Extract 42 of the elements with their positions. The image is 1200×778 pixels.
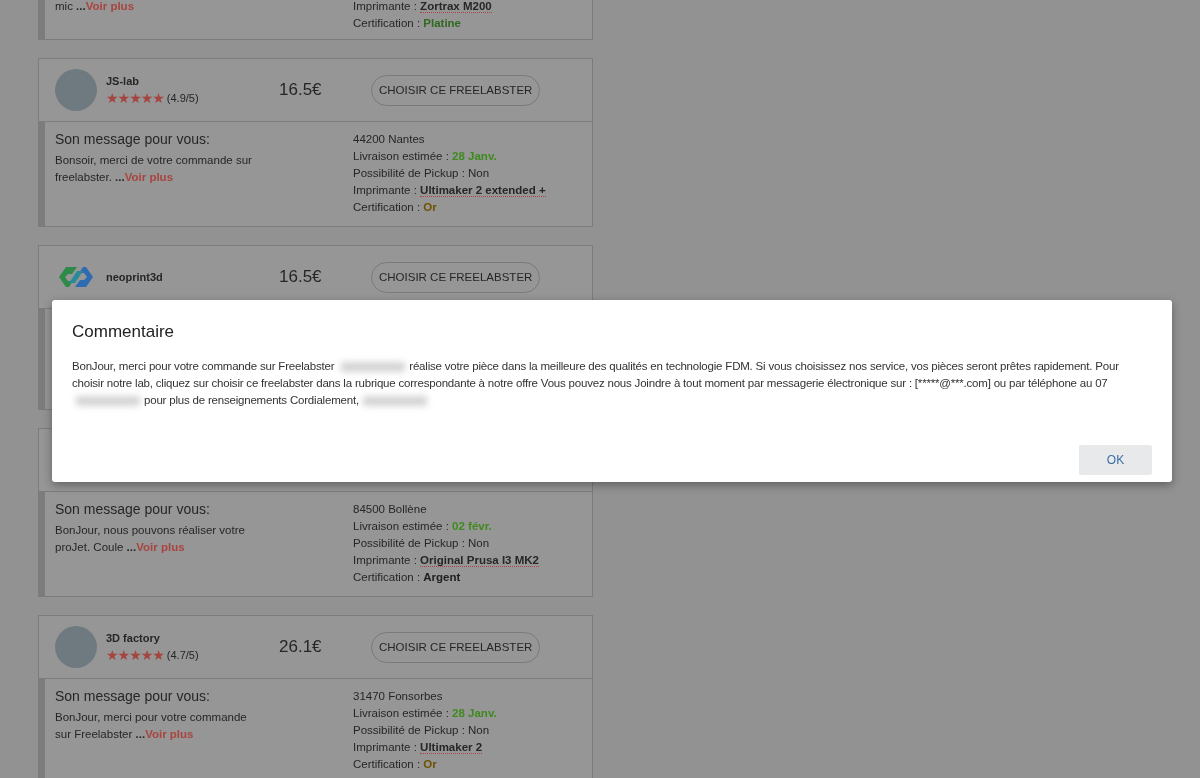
detail-text: Possibilité de Pickup : Non (353, 166, 491, 181)
price: 26.1€ (279, 637, 323, 657)
message-heading: Son message pour vous: (55, 688, 211, 704)
dialog-title: Commentaire (72, 322, 176, 342)
freelabster-name: neoprint3d (106, 271, 163, 283)
delivery-estimate: Livraison estimée : 02 févr. (353, 519, 493, 534)
avatar-photo-placeholder (55, 69, 97, 111)
ok-button[interactable]: OK (1079, 445, 1152, 475)
printer-info: Imprimante : Zortrax M200 (353, 0, 492, 15)
choose-freelabster-button[interactable]: CHOISIR CE FREELABSTER (371, 74, 541, 106)
certification-info: Certification : Argent (353, 570, 462, 585)
certification-info: Certification : Platine (353, 16, 463, 31)
avatar-photo-placeholder (55, 626, 97, 668)
detail-text: 31470 Fonsorbes (353, 689, 444, 704)
printer-info: Imprimante : Ultimaker 2 (353, 740, 484, 756)
certification-info: Certification : Or (353, 200, 438, 215)
certification-info: Certification : Or (353, 757, 438, 772)
comment-text: BonJour, merci pour votre commande sur Freelabster réalise votre pièce dans la meilleure des qualités en technologie FDM. Si vous choisissez nos service, vos pièces seront prêtes rapidement. Pour choisir notre lab, cliquez sur choisir ce freelabster dans la rubrique correspondante à notre offre Vous pouvez nous Joindre à tout moment par messagerie électronique sur : [*****@***.com] ou par téléphone au 07 pour plus de renseignements Cordialement, (72, 359, 1120, 408)
rating-score: (4.9/5) (166, 92, 199, 104)
price: 16.5€ (279, 80, 323, 100)
printer-info: Imprimante : Ultimaker 2 extended + (353, 183, 546, 199)
freelabster-name: 3D factory (106, 632, 161, 644)
price: 16.5€ (279, 267, 323, 287)
detail-text: Possibilité de Pickup : Non (353, 536, 491, 551)
star-rating: ★★★★★ (106, 648, 164, 662)
message-excerpt: Bonsoir, merci de votre commande sur freelabster. ...Voir plus (55, 153, 253, 185)
choose-freelabster-button[interactable]: CHOISIR CE FREELABSTER (371, 631, 541, 663)
delivery-estimate: Livraison estimée : 28 Janv. (353, 706, 497, 721)
choose-freelabster-button[interactable]: CHOISIR CE FREELABSTER (371, 261, 541, 293)
message-excerpt: BonJour, nous pouvons réaliser votre proJet. Coule ...Voir plus (55, 523, 246, 555)
message-heading: Son message pour vous: (55, 131, 211, 147)
message-heading: Son message pour vous: (55, 501, 211, 517)
printer-info: Imprimante : Original Prusa I3 MK2 (353, 553, 539, 569)
star-rating: ★★★★★ (106, 91, 164, 105)
message-excerpt: mic ...Voir plus (55, 0, 136, 14)
detail-text: Possibilité de Pickup : Non (353, 723, 491, 738)
detail-text: 44200 Nantes (353, 132, 426, 147)
freelabster-name: JS-lab (106, 75, 140, 87)
rating-score: (4.7/5) (166, 649, 199, 661)
message-excerpt: BonJour, merci pour votre commande sur Freelabster ...Voir plus (55, 710, 248, 742)
detail-text: 84500 Bollène (353, 502, 428, 517)
delivery-estimate: Livraison estimée : 28 Janv. (353, 149, 498, 164)
